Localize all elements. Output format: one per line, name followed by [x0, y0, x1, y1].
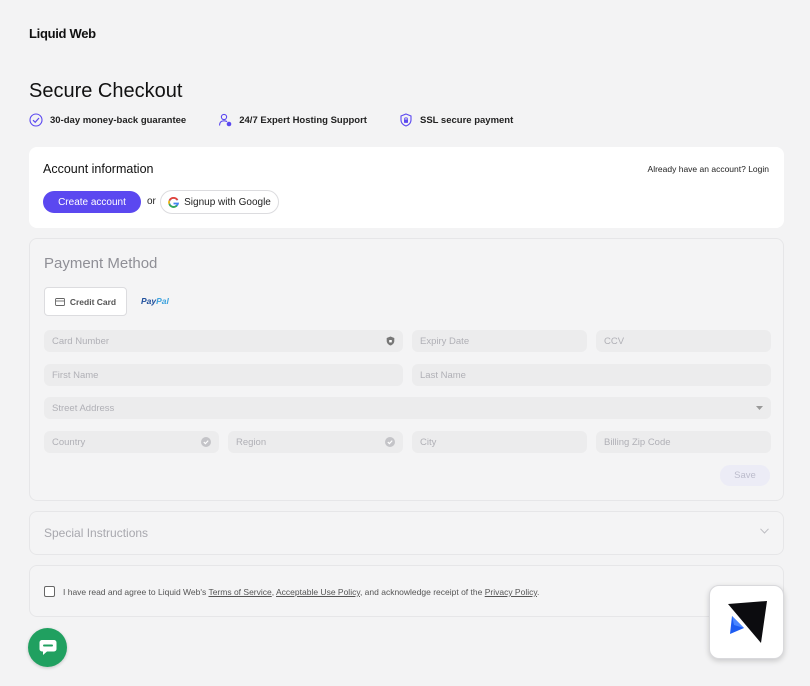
chat-button[interactable] — [28, 628, 67, 667]
card-number-placeholder: Card Number — [52, 335, 110, 347]
terms-mid: , and acknowledge receipt of the — [359, 587, 485, 597]
city-input[interactable]: City — [412, 431, 587, 453]
account-info-card: Account information Already have an acco… — [29, 147, 784, 228]
first-name-input[interactable]: First Name — [44, 364, 403, 386]
page-title: Secure Checkout — [29, 80, 183, 102]
street-address-select[interactable]: Street Address — [44, 397, 771, 419]
first-name-placeholder: First Name — [52, 369, 99, 381]
terms-suffix: . — [536, 587, 540, 597]
logo: Liquid Web — [29, 26, 96, 41]
chevron-down-icon[interactable] — [760, 528, 769, 534]
support-agent-icon — [219, 113, 232, 127]
account-info-title: Account information — [43, 162, 154, 176]
tab-paypal[interactable]: PayPal — [141, 296, 169, 306]
expiry-date-input[interactable]: Expiry Date — [412, 330, 587, 352]
ccv-input[interactable]: CCV — [596, 330, 771, 352]
last-name-placeholder: Last Name — [420, 369, 466, 381]
region-placeholder: Region — [236, 436, 267, 448]
shield-icon — [386, 336, 395, 346]
check-circle-icon — [385, 437, 395, 447]
ccv-placeholder: CCV — [604, 335, 625, 347]
billing-zip-input[interactable]: Billing Zip Code — [596, 431, 771, 453]
caret-down-icon — [756, 406, 763, 410]
credit-card-icon — [54, 297, 65, 306]
badge-label: 24/7 Expert Hosting Support — [239, 114, 367, 126]
tab-credit-card[interactable]: Credit Card — [44, 287, 127, 316]
card-number-input[interactable]: Card Number — [44, 330, 403, 352]
region-select[interactable]: Region — [228, 431, 403, 453]
badge-label: SSL secure payment — [419, 114, 514, 126]
country-select[interactable]: Country — [44, 431, 219, 453]
city-placeholder: City — [420, 436, 437, 448]
zip-placeholder: Billing Zip Code — [604, 436, 671, 448]
payment-method-card: Payment Method Credit Card PayPal Card N… — [29, 238, 784, 501]
expiry-placeholder: Expiry Date — [420, 335, 470, 347]
terms-text: I have read and agree to Liquid Web's Te… — [63, 587, 539, 597]
country-placeholder: Country — [52, 436, 86, 448]
chat-bubble-icon — [39, 640, 56, 655]
privacy-policy-link[interactable]: Privacy Policy — [485, 587, 537, 597]
paypal-logo-pay: Pay — [141, 296, 157, 306]
app-logo-icon — [727, 601, 767, 643]
signup-google-button[interactable]: Signup with Google — [160, 190, 279, 214]
shield-lock-icon — [400, 113, 412, 127]
tab-credit-card-label: Credit Card — [69, 296, 117, 307]
street-placeholder: Street Address — [52, 402, 115, 414]
google-icon — [168, 196, 180, 208]
trust-badges: 30-day money-back guarantee 24/7 Expert … — [29, 113, 545, 127]
google-button-label: Signup with Google — [184, 196, 271, 208]
check-circle-icon — [29, 113, 43, 127]
check-circle-icon — [201, 437, 211, 447]
special-instructions-title: Special Instructions — [44, 526, 149, 540]
last-name-input[interactable]: Last Name — [412, 364, 771, 386]
payment-method-title: Payment Method — [44, 255, 158, 272]
terms-prefix: I have read and agree to Liquid Web's — [63, 587, 209, 597]
create-account-button[interactable]: Create account — [43, 191, 141, 213]
badge-label: 30-day money-back guarantee — [50, 114, 187, 126]
terms-of-service-link[interactable]: Terms of Service — [208, 587, 271, 597]
special-instructions-panel[interactable]: Special Instructions — [29, 511, 784, 555]
save-button[interactable]: Save — [720, 465, 770, 486]
assistant-widget[interactable] — [709, 585, 784, 659]
or-text: or — [147, 196, 156, 207]
badge-money-back: 30-day money-back guarantee — [29, 113, 186, 127]
terms-checkbox[interactable] — [44, 586, 55, 597]
acceptable-use-link[interactable]: Acceptable Use Policy — [276, 587, 360, 597]
paypal-logo-pal: Pal — [156, 296, 169, 306]
badge-support: 24/7 Expert Hosting Support — [218, 113, 367, 127]
terms-agreement-card: I have read and agree to Liquid Web's Te… — [29, 565, 784, 617]
badge-ssl: SSL secure payment — [399, 113, 513, 127]
login-link[interactable]: Already have an account? Login — [648, 164, 769, 174]
